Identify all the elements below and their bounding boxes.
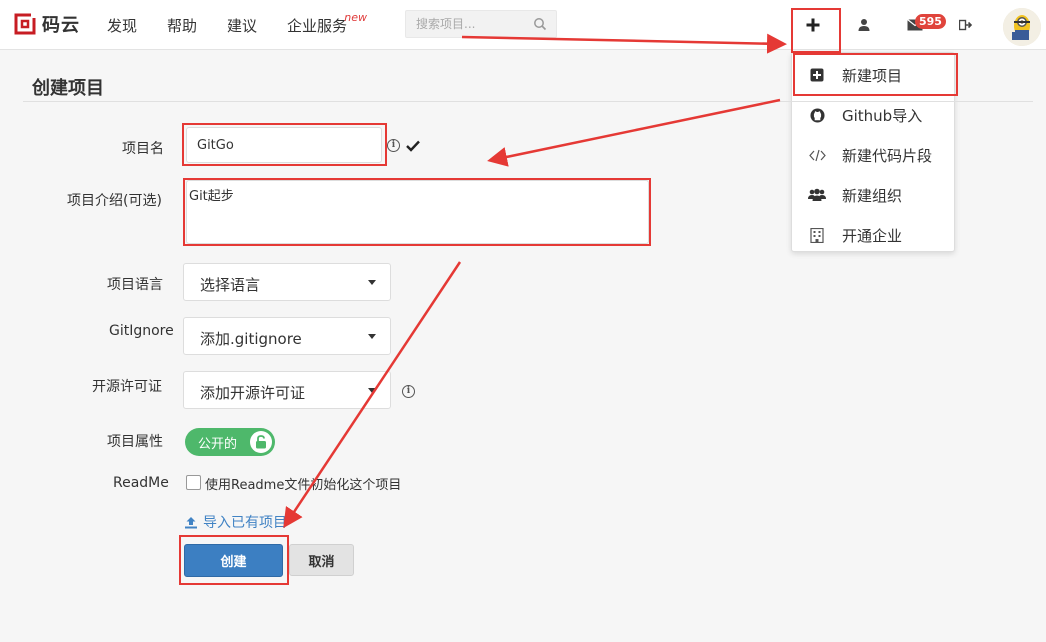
gitignore-label: GitIgnore xyxy=(109,323,174,339)
highlight-plus-button xyxy=(791,8,841,53)
chevron-down-icon xyxy=(368,280,376,285)
readme-label: ReadMe xyxy=(113,475,169,491)
highlight-description xyxy=(183,178,651,246)
import-existing-project-link[interactable]: 导入已有项目 xyxy=(184,512,287,532)
cancel-button[interactable]: 取消 xyxy=(289,544,354,576)
menu-item-open-enterprise[interactable]: 开通企业 xyxy=(792,215,954,255)
project-language-value: 选择语言 xyxy=(200,276,261,294)
highlight-new-project xyxy=(793,53,958,96)
project-description-label: 项目介绍(可选) xyxy=(67,193,162,209)
menu-item-new-organization[interactable]: 新建组织 xyxy=(792,175,954,215)
visibility-label: 项目属性 xyxy=(107,434,163,450)
readme-checkbox[interactable] xyxy=(186,475,201,490)
menu-item-label: 新建代码片段 xyxy=(842,146,933,165)
nav-discover[interactable]: 发现 xyxy=(107,15,137,36)
info-icon[interactable]: i xyxy=(387,139,400,152)
check-icon xyxy=(406,140,420,152)
license-value: 添加开源许可证 xyxy=(200,384,306,402)
readme-checkbox-label[interactable]: 使用Readme文件初始化这个项目 xyxy=(205,474,401,493)
nav-help[interactable]: 帮助 xyxy=(167,15,197,36)
chevron-down-icon xyxy=(368,334,376,339)
project-language-select[interactable]: 选择语言 xyxy=(183,263,391,301)
unlock-icon xyxy=(250,431,272,453)
visibility-value: 公开的 xyxy=(198,437,238,452)
menu-item-label: Github导入 xyxy=(842,106,923,125)
gitignore-value: 添加.gitignore xyxy=(200,330,302,348)
user-icon[interactable] xyxy=(853,14,875,36)
nav-enterprise[interactable]: 企业服务 new xyxy=(287,11,367,36)
logout-icon[interactable] xyxy=(955,14,977,36)
menu-item-label: 新建组织 xyxy=(842,186,903,205)
license-label: 开源许可证 xyxy=(92,379,162,395)
visibility-toggle[interactable]: 公开的 xyxy=(185,428,275,456)
new-tag: new xyxy=(344,11,368,24)
building-icon xyxy=(810,227,824,243)
search-input[interactable] xyxy=(406,11,526,37)
menu-item-label: 开通企业 xyxy=(842,226,903,245)
page-title: 创建项目 xyxy=(32,78,104,99)
highlight-create-button xyxy=(179,535,289,585)
github-icon xyxy=(809,107,825,123)
project-language-label: 项目语言 xyxy=(107,277,163,293)
menu-item-new-snippet[interactable]: 新建代码片段 xyxy=(792,135,954,175)
arrow-menu-to-name xyxy=(487,98,781,167)
users-icon xyxy=(808,188,826,201)
license-select[interactable]: 添加开源许可证 xyxy=(183,371,391,409)
upload-icon xyxy=(185,516,197,528)
highlight-project-name xyxy=(182,123,387,166)
nav-enterprise-label: 企业服务 xyxy=(287,17,348,35)
top-navbar: 码云 发现 帮助 建议 企业服务 new 595 xyxy=(0,0,1046,50)
import-link-label: 导入已有项目 xyxy=(203,515,287,531)
project-name-label: 项目名 xyxy=(122,141,164,157)
gitee-logo-icon xyxy=(14,12,37,35)
avatar[interactable] xyxy=(1003,8,1041,46)
search-box xyxy=(405,10,557,38)
gitignore-select[interactable]: 添加.gitignore xyxy=(183,317,391,355)
chevron-down-icon xyxy=(368,388,376,393)
brand-name: 码云 xyxy=(42,15,80,36)
title-divider xyxy=(23,101,1033,102)
notification-badge: 595 xyxy=(915,14,946,29)
code-icon xyxy=(808,149,826,161)
search-icon[interactable] xyxy=(533,17,547,31)
brand-logo[interactable]: 码云 xyxy=(14,11,80,37)
info-icon[interactable]: i xyxy=(402,385,415,398)
nav-suggest[interactable]: 建议 xyxy=(227,15,257,36)
